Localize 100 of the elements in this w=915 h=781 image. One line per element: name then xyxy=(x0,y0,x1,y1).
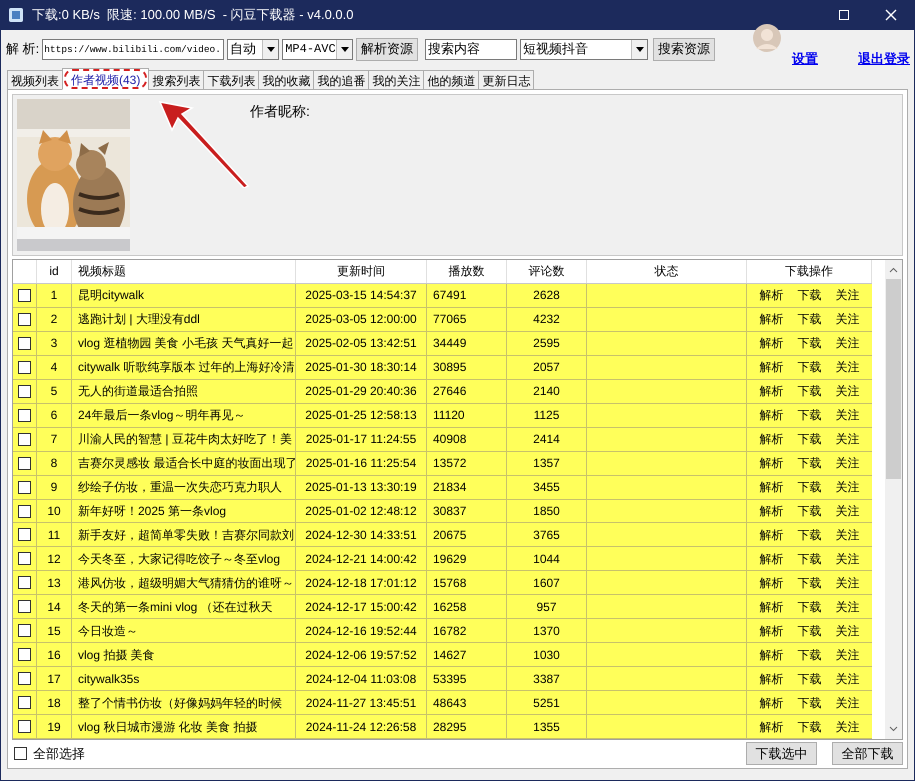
row-action-link[interactable]: 下载 xyxy=(798,286,822,304)
scroll-down-icon[interactable] xyxy=(889,726,898,732)
row-checkbox[interactable] xyxy=(18,336,31,350)
row-checkbox[interactable] xyxy=(18,552,31,566)
row-action-link[interactable]: 关注 xyxy=(836,334,860,352)
account-link[interactable]: 退出登录 xyxy=(858,49,910,69)
row-checkbox[interactable] xyxy=(18,384,31,398)
row-action-link[interactable]: 解析 xyxy=(760,310,784,328)
row-checkbox[interactable] xyxy=(18,504,31,518)
table-row[interactable]: 14 冬天的第一条mini vlog （还在过秋天 2024-12-17 15:00:42 16258 957 解析 下载 关注 xyxy=(13,595,872,620)
row-action-link[interactable]: 下载 xyxy=(798,310,822,328)
row-action-link[interactable]: 解析 xyxy=(760,526,784,544)
row-checkbox[interactable] xyxy=(18,456,31,470)
row-checkbox[interactable] xyxy=(18,528,31,542)
row-action-link[interactable]: 下载 xyxy=(798,718,822,736)
table-row[interactable]: 15 今日妆造～ 2024-12-16 19:52:44 16782 1370 解析 下载 关注 xyxy=(13,619,872,644)
row-action-link[interactable]: 关注 xyxy=(836,382,860,400)
table-row[interactable]: 11 新手友好，超简单零失败！吉赛尔同款刘 2024-12-30 14:33:51 20675 3765 解析 下载 关注 xyxy=(13,523,872,548)
row-action-link[interactable]: 解析 xyxy=(760,286,784,304)
row-action-link[interactable]: 下载 xyxy=(798,622,822,640)
row-action-link[interactable]: 解析 xyxy=(760,622,784,640)
table-row[interactable]: 12 今天冬至，大家记得吃饺子～冬至vlog 2024-12-21 14:00:42 19629 1044 解析 下载 关注 xyxy=(13,547,872,572)
row-action-link[interactable]: 解析 xyxy=(760,334,784,352)
column-header[interactable]: 更新时间 xyxy=(296,260,427,283)
search-button[interactable]: 搜索资源 xyxy=(653,38,716,60)
close-icon[interactable] xyxy=(885,9,897,21)
scrollbar[interactable] xyxy=(885,260,902,739)
format-select[interactable]: MP4-AVC xyxy=(282,38,354,60)
row-action-link[interactable]: 关注 xyxy=(836,598,860,616)
column-header[interactable]: 播放数 xyxy=(427,260,507,283)
row-action-link[interactable]: 下载 xyxy=(798,406,822,424)
row-action-link[interactable]: 解析 xyxy=(760,382,784,400)
row-action-link[interactable]: 解析 xyxy=(760,694,784,712)
row-checkbox[interactable] xyxy=(18,480,31,494)
row-action-link[interactable]: 关注 xyxy=(836,694,860,712)
row-action-link[interactable]: 解析 xyxy=(760,358,784,376)
row-action-link[interactable]: 解析 xyxy=(760,454,784,472)
row-action-link[interactable]: 解析 xyxy=(760,478,784,496)
table-row[interactable]: 19 vlog 秋日城市漫游 化妆 美食 拍摄 2024-11-24 12:26:58 28295 1355 解析 下载 关注 xyxy=(13,715,872,740)
row-action-link[interactable]: 解析 xyxy=(760,430,784,448)
table-row[interactable]: 7 川渝人民的智慧 | 豆花牛肉太好吃了！美 2025-01-17 11:24:55 40908 2414 解析 下载 关注 xyxy=(13,428,872,452)
column-header[interactable]: 状态 xyxy=(587,260,747,283)
row-action-link[interactable]: 关注 xyxy=(836,526,860,544)
row-checkbox[interactable] xyxy=(18,408,31,422)
table-row[interactable]: 1 昆明citywalk 2025-03-15 14:54:37 67491 2628 解析 下载 关注 xyxy=(13,284,872,308)
row-action-link[interactable]: 下载 xyxy=(798,334,822,352)
quality-select[interactable]: 自动 xyxy=(227,38,280,60)
row-action-link[interactable]: 关注 xyxy=(836,406,860,424)
row-action-link[interactable]: 下载 xyxy=(798,574,822,592)
tab[interactable]: 搜索列表 xyxy=(148,70,204,90)
maximize-icon[interactable] xyxy=(839,10,849,20)
row-action-link[interactable]: 下载 xyxy=(798,550,822,568)
tab[interactable]: 他的频道 xyxy=(423,70,480,90)
table-row[interactable]: 4 citywalk 听歌纯享版本 过年的上海好冷清 2025-01-30 18:30:14 30895 2057 解析 下载 关注 xyxy=(13,356,872,380)
row-action-link[interactable]: 下载 xyxy=(798,382,822,400)
avatar-icon[interactable] xyxy=(752,23,782,54)
row-action-link[interactable]: 下载 xyxy=(798,526,822,544)
row-action-link[interactable]: 下载 xyxy=(798,646,822,664)
table-row[interactable]: 5 无人的街道最适合拍照 2025-01-29 20:40:36 27646 2140 解析 下载 关注 xyxy=(13,380,872,404)
tab[interactable]: 更新日志 xyxy=(478,70,534,90)
row-checkbox[interactable] xyxy=(18,696,31,710)
row-action-link[interactable]: 关注 xyxy=(836,502,860,520)
search-field[interactable]: 搜索内容 xyxy=(425,38,518,60)
table-row[interactable]: 10 新年好呀！2025 第一条vlog 2025-01-02 12:48:12 30837 1850 解析 下载 关注 xyxy=(13,500,872,524)
row-checkbox[interactable] xyxy=(18,648,31,662)
tab[interactable]: 下载列表 xyxy=(203,70,260,90)
row-checkbox[interactable] xyxy=(18,672,31,686)
row-action-link[interactable]: 关注 xyxy=(836,310,860,328)
row-action-link[interactable]: 关注 xyxy=(836,358,860,376)
table-row[interactable]: 16 vlog 拍摄 美食 2024-12-06 19:57:52 14627 1030 解析 下载 关注 xyxy=(13,643,872,668)
row-action-link[interactable]: 关注 xyxy=(836,286,860,304)
row-action-link[interactable]: 解析 xyxy=(760,598,784,616)
row-action-link[interactable]: 下载 xyxy=(798,502,822,520)
table-row[interactable]: 3 vlog 逛植物园 美食 小毛孩 天气真好一起 2025-02-05 13:42:51 34449 2595 解析 下载 关注 xyxy=(13,332,872,356)
scroll-up-icon[interactable] xyxy=(889,267,898,273)
row-checkbox[interactable] xyxy=(18,720,31,734)
tab[interactable]: 我的收藏 xyxy=(258,70,314,90)
row-action-link[interactable]: 下载 xyxy=(798,478,822,496)
tab[interactable]: 作者视频(43) xyxy=(62,68,150,90)
table-row[interactable]: 6 24年最后一条vlog～明年再见～ 2025-01-25 12:58:13 11120 1125 解析 下载 关注 xyxy=(13,404,872,428)
row-action-link[interactable]: 解析 xyxy=(760,502,784,520)
row-action-link[interactable]: 关注 xyxy=(836,670,860,688)
row-action-link[interactable]: 下载 xyxy=(798,670,822,688)
footer-button[interactable]: 全部下载 xyxy=(832,742,903,765)
row-action-link[interactable]: 解析 xyxy=(760,574,784,592)
row-action-link[interactable]: 关注 xyxy=(836,454,860,472)
row-checkbox[interactable] xyxy=(18,288,31,302)
column-header[interactable]: 评论数 xyxy=(507,260,587,283)
row-action-link[interactable]: 关注 xyxy=(836,430,860,448)
url-field[interactable]: https://www.bilibili.com/video. xyxy=(42,38,224,60)
column-header[interactable]: 视频标题 xyxy=(72,260,296,283)
row-checkbox[interactable] xyxy=(18,624,31,638)
row-checkbox[interactable] xyxy=(18,432,31,446)
row-action-link[interactable]: 解析 xyxy=(760,718,784,736)
account-link[interactable]: 设置 xyxy=(792,49,818,69)
tab[interactable]: 视频列表 xyxy=(7,70,63,90)
table-row[interactable]: 13 港风仿妆，超级明媚大气猜猜仿的谁呀～ 2024-12-18 17:01:12 15768 1607 解析 下载 关注 xyxy=(13,571,872,596)
row-checkbox[interactable] xyxy=(18,600,31,614)
scrollbar-thumb[interactable] xyxy=(886,279,901,479)
row-action-link[interactable]: 下载 xyxy=(798,454,822,472)
